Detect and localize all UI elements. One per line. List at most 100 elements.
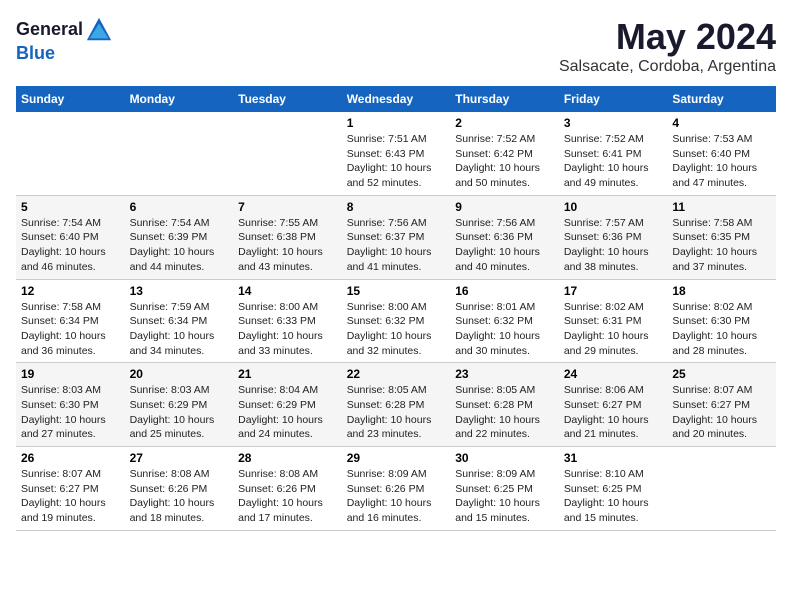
calendar-cell: 8 Sunrise: 7:56 AMSunset: 6:37 PMDaylight… — [342, 195, 451, 279]
calendar-cell: 10Sunrise: 7:57 AMSunset: 6:36 PMDayligh… — [559, 195, 668, 279]
day-number: 3 — [564, 116, 663, 130]
day-info: Sunrise: 8:08 AMSunset: 6:26 PMDaylight:… — [238, 467, 337, 526]
calendar-cell: 3 Sunrise: 7:52 AMSunset: 6:41 PMDaylight… — [559, 112, 668, 195]
weekday-header-friday: Friday — [559, 86, 668, 112]
day-number: 25 — [672, 367, 771, 381]
day-number: 13 — [130, 284, 229, 298]
day-info: Sunrise: 7:52 AMSunset: 6:41 PMDaylight:… — [564, 132, 663, 191]
day-number: 26 — [21, 451, 120, 465]
day-info: Sunrise: 8:01 AMSunset: 6:32 PMDaylight:… — [455, 300, 554, 359]
calendar-table: SundayMondayTuesdayWednesdayThursdayFrid… — [16, 86, 776, 531]
day-number: 4 — [672, 116, 771, 130]
calendar-cell: 20 Sunrise: 8:03 AMSunset: 6:29 PMDayligh… — [125, 363, 234, 447]
day-info: Sunrise: 8:09 AMSunset: 6:25 PMDaylight:… — [455, 467, 554, 526]
subtitle: Salsacate, Cordoba, Argentina — [559, 58, 776, 76]
day-number: 19 — [21, 367, 120, 381]
calendar-cell: 2 Sunrise: 7:52 AMSunset: 6:42 PMDaylight… — [450, 112, 559, 195]
logo-general: General — [16, 19, 83, 39]
calendar-cell: 15 Sunrise: 8:00 AMSunset: 6:32 PMDayligh… — [342, 279, 451, 363]
day-number: 10 — [564, 200, 663, 214]
calendar-cell: 17Sunrise: 8:02 AMSunset: 6:31 PMDayligh… — [559, 279, 668, 363]
day-number: 12 — [21, 284, 120, 298]
calendar-cell: 13 Sunrise: 7:59 AMSunset: 6:34 PMDayligh… — [125, 279, 234, 363]
calendar-cell: 19Sunrise: 8:03 AMSunset: 6:30 PMDayligh… — [16, 363, 125, 447]
calendar-cell: 16 Sunrise: 8:01 AMSunset: 6:32 PMDayligh… — [450, 279, 559, 363]
weekday-header-saturday: Saturday — [667, 86, 776, 112]
day-number: 15 — [347, 284, 446, 298]
calendar-cell — [233, 112, 342, 195]
calendar-cell: 14 Sunrise: 8:00 AMSunset: 6:33 PMDayligh… — [233, 279, 342, 363]
day-number: 5 — [21, 200, 120, 214]
day-info: Sunrise: 7:52 AMSunset: 6:42 PMDaylight:… — [455, 132, 554, 191]
day-info: Sunrise: 7:59 AMSunset: 6:34 PMDaylight:… — [130, 300, 229, 359]
calendar-cell: 24 Sunrise: 8:06 AMSunset: 6:27 PMDayligh… — [559, 363, 668, 447]
day-info: Sunrise: 7:54 AMSunset: 6:39 PMDaylight:… — [130, 216, 229, 275]
calendar-cell: 12 Sunrise: 7:58 AMSunset: 6:34 PMDayligh… — [16, 279, 125, 363]
calendar-cell: 25Sunrise: 8:07 AMSunset: 6:27 PMDayligh… — [667, 363, 776, 447]
day-info: Sunrise: 8:06 AMSunset: 6:27 PMDaylight:… — [564, 383, 663, 442]
weekday-header-row: SundayMondayTuesdayWednesdayThursdayFrid… — [16, 86, 776, 112]
day-number: 22 — [347, 367, 446, 381]
calendar-cell — [125, 112, 234, 195]
day-number: 18 — [672, 284, 771, 298]
day-number: 24 — [564, 367, 663, 381]
day-info: Sunrise: 8:09 AMSunset: 6:26 PMDaylight:… — [347, 467, 446, 526]
calendar-week-row: 5 Sunrise: 7:54 AMSunset: 6:40 PMDaylight… — [16, 195, 776, 279]
calendar-cell — [667, 447, 776, 531]
day-info: Sunrise: 7:55 AMSunset: 6:38 PMDaylight:… — [238, 216, 337, 275]
day-number: 9 — [455, 200, 554, 214]
day-info: Sunrise: 7:56 AMSunset: 6:37 PMDaylight:… — [347, 216, 446, 275]
logo: General Blue — [16, 16, 113, 64]
day-number: 28 — [238, 451, 337, 465]
calendar-cell: 22 Sunrise: 8:05 AMSunset: 6:28 PMDayligh… — [342, 363, 451, 447]
day-info: Sunrise: 8:08 AMSunset: 6:26 PMDaylight:… — [130, 467, 229, 526]
day-info: Sunrise: 8:05 AMSunset: 6:28 PMDaylight:… — [455, 383, 554, 442]
day-info: Sunrise: 8:00 AMSunset: 6:32 PMDaylight:… — [347, 300, 446, 359]
calendar-cell: 18Sunrise: 8:02 AMSunset: 6:30 PMDayligh… — [667, 279, 776, 363]
day-info: Sunrise: 8:03 AMSunset: 6:29 PMDaylight:… — [130, 383, 229, 442]
title-block: May 2024 Salsacate, Cordoba, Argentina — [559, 16, 776, 76]
calendar-week-row: 19Sunrise: 8:03 AMSunset: 6:30 PMDayligh… — [16, 363, 776, 447]
calendar-cell: 21Sunrise: 8:04 AMSunset: 6:29 PMDayligh… — [233, 363, 342, 447]
calendar-cell: 28 Sunrise: 8:08 AMSunset: 6:26 PMDayligh… — [233, 447, 342, 531]
weekday-header-wednesday: Wednesday — [342, 86, 451, 112]
day-info: Sunrise: 7:56 AMSunset: 6:36 PMDaylight:… — [455, 216, 554, 275]
day-number: 20 — [130, 367, 229, 381]
calendar-cell: 4 Sunrise: 7:53 AMSunset: 6:40 PMDaylight… — [667, 112, 776, 195]
day-info: Sunrise: 7:54 AMSunset: 6:40 PMDaylight:… — [21, 216, 120, 275]
calendar-cell: 6 Sunrise: 7:54 AMSunset: 6:39 PMDaylight… — [125, 195, 234, 279]
calendar-cell: 5 Sunrise: 7:54 AMSunset: 6:40 PMDaylight… — [16, 195, 125, 279]
weekday-header-sunday: Sunday — [16, 86, 125, 112]
day-number: 30 — [455, 451, 554, 465]
weekday-header-tuesday: Tuesday — [233, 86, 342, 112]
day-number: 14 — [238, 284, 337, 298]
day-info: Sunrise: 7:53 AMSunset: 6:40 PMDaylight:… — [672, 132, 771, 191]
page-header: General Blue May 2024 Salsacate, Cordoba… — [16, 16, 776, 76]
calendar-cell: 9 Sunrise: 7:56 AMSunset: 6:36 PMDaylight… — [450, 195, 559, 279]
day-number: 31 — [564, 451, 663, 465]
logo-blue: Blue — [16, 43, 55, 63]
calendar-cell: 31 Sunrise: 8:10 AMSunset: 6:25 PMDayligh… — [559, 447, 668, 531]
day-number: 29 — [347, 451, 446, 465]
calendar-cell: 1Sunrise: 7:51 AMSunset: 6:43 PMDaylight… — [342, 112, 451, 195]
logo-icon — [85, 16, 113, 44]
day-info: Sunrise: 8:10 AMSunset: 6:25 PMDaylight:… — [564, 467, 663, 526]
day-number: 2 — [455, 116, 554, 130]
weekday-header-monday: Monday — [125, 86, 234, 112]
day-number: 7 — [238, 200, 337, 214]
day-number: 16 — [455, 284, 554, 298]
day-number: 8 — [347, 200, 446, 214]
calendar-cell: 7 Sunrise: 7:55 AMSunset: 6:38 PMDaylight… — [233, 195, 342, 279]
calendar-week-row: 12 Sunrise: 7:58 AMSunset: 6:34 PMDayligh… — [16, 279, 776, 363]
day-info: Sunrise: 7:58 AMSunset: 6:34 PMDaylight:… — [21, 300, 120, 359]
day-info: Sunrise: 8:02 AMSunset: 6:31 PMDaylight:… — [564, 300, 663, 359]
day-info: Sunrise: 8:00 AMSunset: 6:33 PMDaylight:… — [238, 300, 337, 359]
day-info: Sunrise: 8:05 AMSunset: 6:28 PMDaylight:… — [347, 383, 446, 442]
day-number: 6 — [130, 200, 229, 214]
day-number: 1 — [347, 116, 446, 130]
calendar-cell: 26Sunrise: 8:07 AMSunset: 6:27 PMDayligh… — [16, 447, 125, 531]
day-info: Sunrise: 7:58 AMSunset: 6:35 PMDaylight:… — [672, 216, 771, 275]
calendar-cell: 23Sunrise: 8:05 AMSunset: 6:28 PMDayligh… — [450, 363, 559, 447]
day-number: 21 — [238, 367, 337, 381]
main-title: May 2024 — [559, 16, 776, 58]
